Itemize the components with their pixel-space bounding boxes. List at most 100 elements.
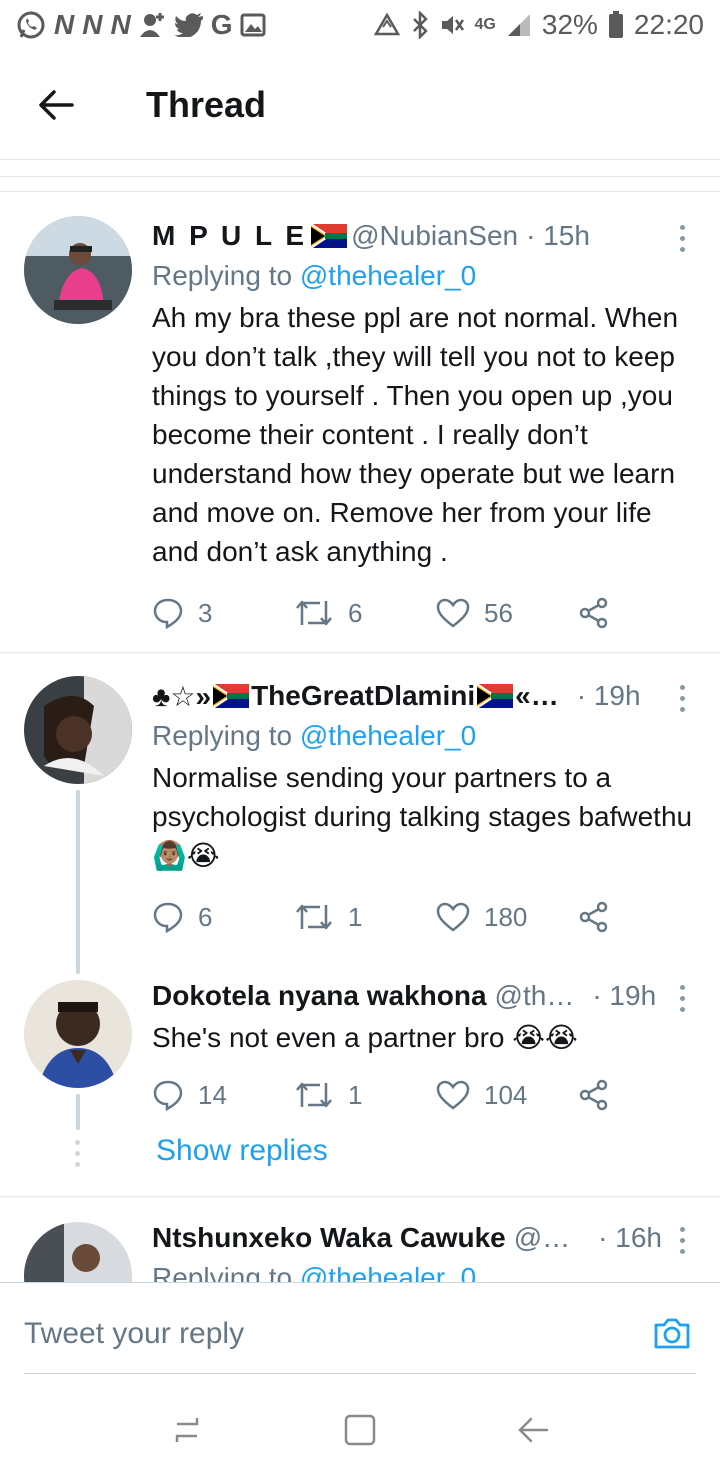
share-button[interactable] xyxy=(578,597,610,629)
share-icon xyxy=(579,597,608,629)
retweet-button[interactable]: 1 xyxy=(294,1079,436,1111)
tweet-header: M P U L E @NubianSen · 15h xyxy=(152,216,696,256)
whatsapp-icon xyxy=(17,11,45,39)
display-name[interactable]: M P U L E xyxy=(152,220,307,252)
display-name[interactable]: Ntshunxeko Waka Cawuke xyxy=(152,1222,506,1254)
system-back-icon[interactable] xyxy=(515,1412,551,1448)
tweet-actions: 14 1 104 xyxy=(152,1075,696,1115)
battery-percent: 32% xyxy=(541,9,598,40)
reply-icon xyxy=(153,902,183,933)
reply-composer: Tweet your reply xyxy=(0,1282,720,1374)
retweet-icon xyxy=(296,600,332,626)
mention-link[interactable]: @thehealer_0 xyxy=(300,260,476,291)
back-arrow-icon xyxy=(39,89,74,120)
display-name-suffix[interactable]: «… xyxy=(515,680,559,712)
reply-count: 6 xyxy=(198,901,213,932)
mute-icon xyxy=(441,16,464,34)
timestamp[interactable]: · 19h xyxy=(577,680,641,712)
reply-button[interactable]: 14 xyxy=(152,1079,294,1111)
reply-input[interactable]: Tweet your reply xyxy=(24,1317,244,1351)
system-nav-bar xyxy=(0,1380,720,1480)
recent-apps-icon[interactable] xyxy=(169,1412,205,1448)
signal-icon xyxy=(507,14,530,36)
share-icon xyxy=(579,901,608,933)
handle[interactable]: @NubianSen xyxy=(351,220,518,252)
avatar[interactable] xyxy=(24,980,132,1088)
thread-continuation-dots xyxy=(75,1140,80,1167)
handle[interactable]: @th… xyxy=(495,980,575,1012)
replying-to: Replying to @thehealer_0 xyxy=(152,716,696,756)
heart-icon xyxy=(436,902,470,932)
bluetooth-icon xyxy=(412,11,428,39)
reply-icon xyxy=(153,1080,183,1111)
page-title: Thread xyxy=(146,83,267,125)
timestamp[interactable]: · 15h xyxy=(526,220,590,252)
like-button[interactable]: 104 xyxy=(436,1080,578,1111)
divider xyxy=(0,1196,720,1197)
tweet-text: Normalise sending your partners to a psy… xyxy=(152,762,693,871)
retweet-icon xyxy=(296,1082,332,1108)
timestamp[interactable]: · 19h xyxy=(592,980,656,1012)
image-icon xyxy=(240,13,266,37)
south-africa-flag-icon xyxy=(213,684,250,708)
reply-count: 14 xyxy=(198,1079,227,1110)
mention-link[interactable]: @thehealer_0 xyxy=(300,720,476,751)
tweet[interactable]: Ntshunxeko Waka Cawuke @… · 16h Replying… xyxy=(0,1218,720,1282)
like-button[interactable]: 180 xyxy=(436,902,578,933)
replying-to-label: Replying to xyxy=(152,1262,293,1282)
show-replies-link[interactable]: Show replies xyxy=(156,1134,328,1168)
heart-icon xyxy=(436,598,470,628)
back-button[interactable] xyxy=(0,50,112,160)
retweet-count: 1 xyxy=(348,901,363,932)
replying-to: Replying to @thehealer_0 xyxy=(152,1258,696,1282)
notification-icons: N N N G xyxy=(16,10,266,40)
like-button[interactable]: 56 xyxy=(436,598,578,629)
replying-to-label: Replying to xyxy=(152,260,293,291)
tweet-actions: 3 6 56 xyxy=(152,593,696,633)
like-count: 104 xyxy=(484,1079,528,1110)
recycle-icon xyxy=(373,12,400,36)
more-options-icon[interactable] xyxy=(672,1220,692,1260)
divider xyxy=(0,160,720,192)
replying-to-label: Replying to xyxy=(152,720,293,751)
twitter-icon xyxy=(174,13,203,37)
display-name[interactable]: TheGreatDlamini xyxy=(251,680,475,712)
display-name-prefix[interactable]: ♣☆» xyxy=(152,680,211,713)
clock: 22:20 xyxy=(633,9,704,40)
reply-count: 3 xyxy=(198,597,213,628)
display-name[interactable]: Dokotela nyana wakhona xyxy=(152,980,487,1012)
retweet-button[interactable]: 1 xyxy=(294,901,436,933)
camera-icon[interactable] xyxy=(652,1313,692,1353)
share-button[interactable] xyxy=(578,901,610,933)
thread-connector xyxy=(76,1094,80,1130)
tweet-header: Ntshunxeko Waka Cawuke @… · 16h xyxy=(152,1218,696,1258)
mention-link[interactable]: @thehealer_0 xyxy=(300,1262,476,1282)
share-button[interactable] xyxy=(578,1079,610,1111)
divider xyxy=(0,652,720,653)
avatar[interactable] xyxy=(24,676,132,784)
retweet-button[interactable]: 6 xyxy=(294,597,436,629)
tweet-actions: 6 1 180 xyxy=(152,897,696,937)
reply-button[interactable]: 3 xyxy=(152,597,294,629)
retweet-count: 1 xyxy=(348,1079,363,1110)
avatar[interactable] xyxy=(24,216,132,324)
south-africa-flag-icon xyxy=(311,224,348,248)
tweet-text: She's not even a partner bro 😭😭 xyxy=(152,1022,578,1053)
like-count: 56 xyxy=(484,597,513,628)
more-options-icon[interactable] xyxy=(672,678,692,718)
handle[interactable]: @… xyxy=(514,1222,570,1254)
south-africa-flag-icon xyxy=(477,684,514,708)
more-options-icon[interactable] xyxy=(672,978,692,1018)
reply-button[interactable]: 6 xyxy=(152,901,294,933)
heart-icon xyxy=(436,1080,470,1110)
home-icon[interactable] xyxy=(342,1412,378,1448)
timestamp[interactable]: · 16h xyxy=(598,1222,662,1254)
news-icon: N xyxy=(54,9,75,40)
app-header: Thread xyxy=(0,50,720,160)
more-options-icon[interactable] xyxy=(672,218,692,258)
thread-connector xyxy=(76,790,80,974)
retweet-count: 6 xyxy=(348,597,363,628)
system-icons: 4G 32% 22:20 xyxy=(373,9,704,41)
avatar[interactable] xyxy=(24,1222,132,1282)
tweet-header: Dokotela nyana wakhona @th… · 19h xyxy=(152,976,696,1016)
